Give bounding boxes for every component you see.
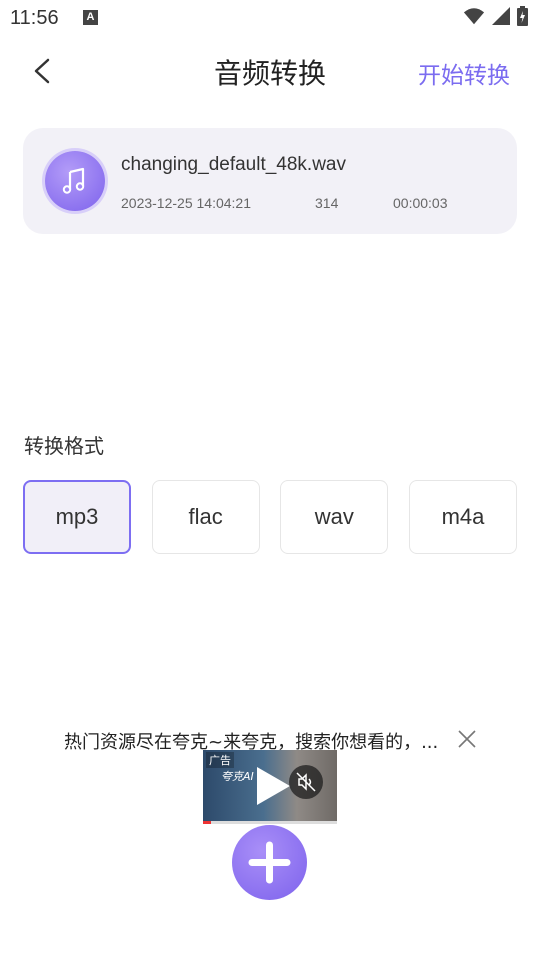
format-option-flac[interactable]: flac	[151, 480, 260, 554]
format-section-label: 转换格式	[24, 434, 104, 458]
ad-progress-bar	[203, 821, 337, 824]
status-bar: 11:56 A	[0, 0, 540, 36]
ad-video[interactable]: 广告 夸克AI	[203, 750, 337, 824]
status-time: 11:56	[10, 7, 59, 29]
music-note-icon	[45, 151, 105, 211]
format-option-m4a[interactable]: m4a	[408, 480, 517, 554]
file-size: 314	[315, 195, 339, 211]
add-file-button[interactable]	[232, 825, 307, 900]
file-duration: 00:00:03	[393, 195, 448, 211]
wifi-icon	[463, 8, 485, 25]
notification-icon: A	[83, 10, 98, 25]
play-icon[interactable]	[253, 764, 293, 808]
start-convert-button[interactable]: 开始转换	[418, 56, 510, 90]
ad-app-name: 夸克AI	[221, 770, 254, 783]
ad-progress-fill	[203, 821, 211, 824]
status-indicators	[463, 6, 528, 26]
navigation-bar: 音频转换 开始转换	[0, 44, 540, 100]
signal-icon	[492, 7, 510, 25]
plus-icon	[248, 841, 291, 884]
close-icon[interactable]	[456, 728, 478, 750]
mute-icon[interactable]	[289, 765, 323, 799]
file-name: changing_default_48k.wav	[121, 154, 347, 175]
battery-icon	[517, 6, 528, 26]
ad-tag: 广告	[206, 752, 234, 768]
file-card[interactable]: changing_default_48k.wav 2023-12-25 14:0…	[23, 128, 517, 234]
format-options: mp3 flac wav m4a	[23, 480, 517, 554]
format-option-mp3[interactable]: mp3	[23, 480, 131, 554]
file-date: 2023-12-25 14:04:21	[121, 195, 251, 211]
format-option-wav[interactable]: wav	[280, 480, 389, 554]
